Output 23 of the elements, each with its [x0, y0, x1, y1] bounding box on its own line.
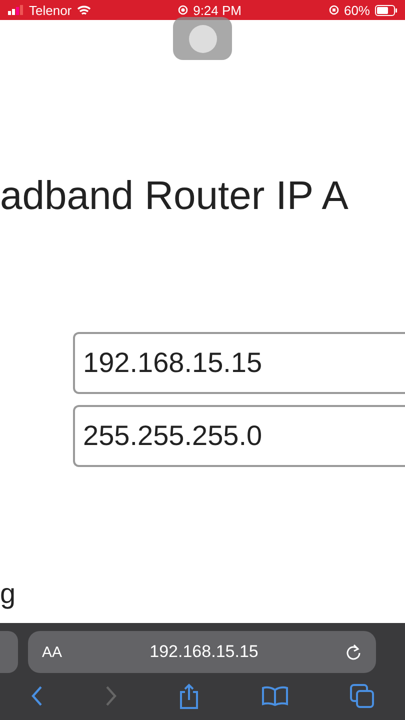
battery-icon	[375, 4, 397, 16]
wifi-icon	[76, 4, 91, 16]
page-text: g	[0, 577, 16, 611]
address-text: 192.168.15.15	[148, 642, 260, 662]
tabs-icon[interactable]	[350, 684, 374, 708]
carrier-name: Telenor	[29, 2, 72, 18]
location-icon	[178, 5, 188, 15]
bookmarks-icon[interactable]	[262, 686, 288, 706]
share-icon[interactable]	[179, 682, 200, 708]
text-size-button[interactable]: AA	[42, 644, 62, 660]
forward-icon[interactable]	[105, 684, 118, 706]
assistive-touch-button[interactable]	[173, 17, 232, 60]
back-icon[interactable]	[31, 684, 44, 706]
input-field[interactable]: 255.255.255.0	[73, 405, 405, 467]
reload-icon[interactable]	[346, 644, 362, 660]
address-bar[interactable]: AA 192.168.15.15	[28, 631, 376, 673]
signal-icon	[8, 5, 24, 15]
previous-tab[interactable]	[0, 631, 18, 673]
battery-percent: 60%	[344, 2, 370, 18]
page-heading: adband Router IP A	[0, 173, 350, 220]
input-field[interactable]: 192.168.15.15	[73, 332, 405, 394]
clock-time: 9:24 PM	[193, 2, 242, 18]
orientation-lock-icon	[328, 5, 339, 15]
